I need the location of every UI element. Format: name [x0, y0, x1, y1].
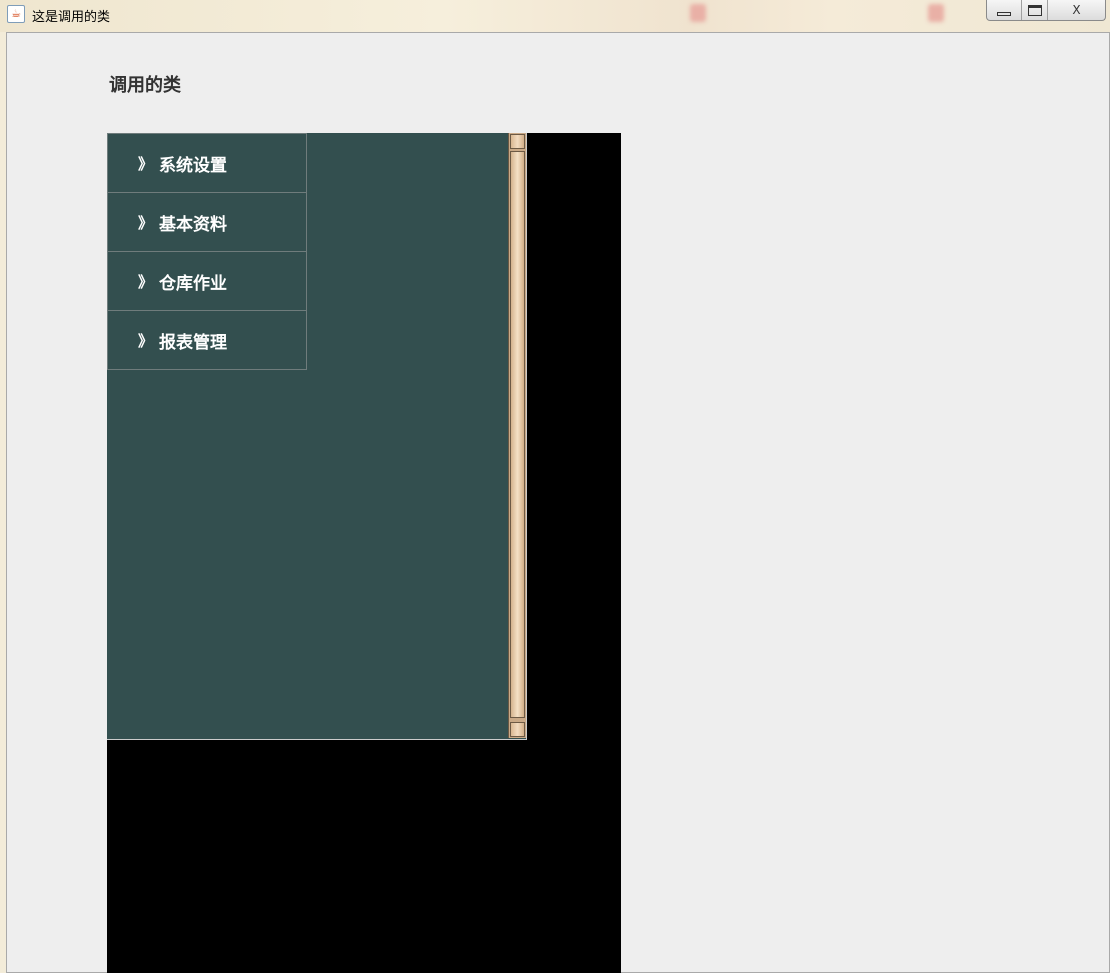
menu-item-label: 基本资料	[159, 214, 228, 235]
menu-list: 》 系统设置 》 基本资料 》 仓库作业 》 报表管理	[107, 133, 307, 370]
menu-item-label: 报表管理	[159, 332, 228, 353]
window-controls: X	[986, 0, 1106, 21]
window-content: 调用的类 》 系统设置 》 基本资料 》 仓库作业 》 报表管理	[6, 32, 1110, 973]
minimize-button[interactable]	[987, 0, 1021, 20]
maximize-icon	[1027, 4, 1042, 16]
double-chevron-icon: 》	[138, 213, 154, 232]
maximize-button[interactable]	[1021, 0, 1047, 20]
window-title-bar[interactable]: ☕ 这是调用的类 X	[0, 0, 1110, 32]
menu-item-label: 仓库作业	[159, 273, 228, 294]
scroll-thumb[interactable]	[510, 151, 525, 718]
scroll-down-button[interactable]	[510, 722, 525, 737]
menu-item-label: 系统设置	[159, 155, 228, 176]
java-coffee-icon: ☕	[7, 5, 25, 23]
menu-item-system-settings[interactable]: 》 系统设置	[107, 133, 307, 193]
navigation-panel: 》 系统设置 》 基本资料 》 仓库作业 》 报表管理	[107, 133, 527, 740]
menu-item-warehouse-operations[interactable]: 》 仓库作业	[107, 251, 307, 311]
double-chevron-icon: 》	[138, 154, 154, 173]
close-button[interactable]: X	[1047, 0, 1105, 20]
double-chevron-icon: 》	[138, 272, 154, 291]
double-chevron-icon: 》	[138, 331, 154, 350]
vertical-scrollbar[interactable]	[508, 133, 526, 738]
page-heading: 调用的类	[109, 75, 181, 96]
minimize-icon	[997, 12, 1011, 16]
window-title: 这是调用的类	[32, 10, 111, 25]
scroll-up-button[interactable]	[510, 134, 525, 149]
menu-item-basic-data[interactable]: 》 基本资料	[107, 192, 307, 252]
close-icon: X	[1072, 3, 1081, 17]
menu-item-report-management[interactable]: 》 报表管理	[107, 310, 307, 370]
